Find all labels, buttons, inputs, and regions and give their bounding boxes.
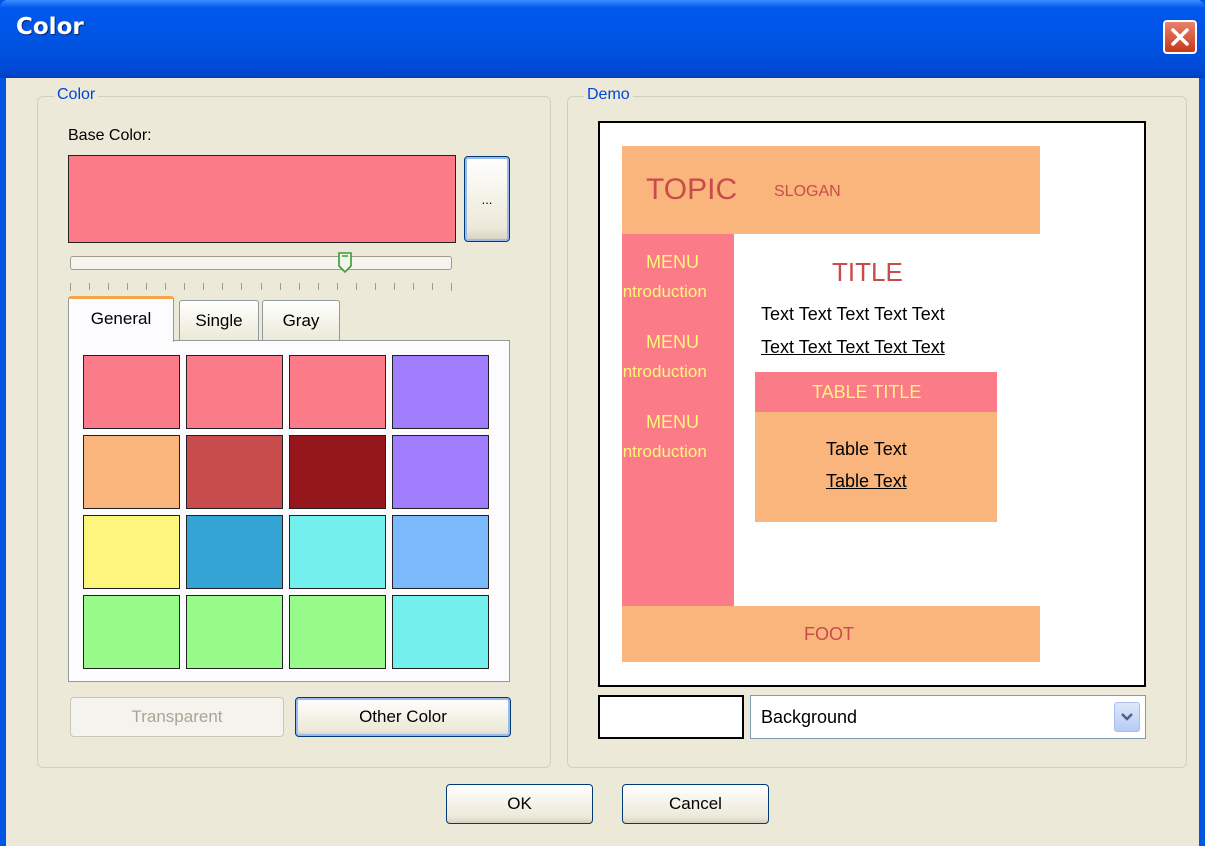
demo-menu-item: MENU [646,412,699,432]
palette-panel [68,340,510,682]
tab-gray[interactable]: Gray [262,300,340,340]
demo-slogan: SLOGAN [774,183,841,200]
palette-swatch[interactable] [83,435,180,509]
other-color-button-label: Other Color [359,707,447,726]
chevron-down-icon [1121,713,1133,721]
tab-single[interactable]: Single [179,300,259,340]
palette-swatch[interactable] [392,435,489,509]
transparent-button[interactable]: Transparent [70,697,284,737]
slider-tick [318,283,319,290]
slider-tick [432,283,433,290]
target-select-value: Background [761,707,858,727]
demo-text-link[interactable]: Text Text Text Text Text [761,337,945,358]
tab-general-label: General [90,309,152,328]
ok-button-label: OK [507,794,532,813]
demo-table-title-bar[interactable]: TABLE TITLE [755,372,997,412]
slider-tick [70,283,71,291]
other-color-button[interactable]: Other Color [295,697,511,737]
slider-tick [299,283,300,290]
palette-swatch[interactable] [289,595,386,669]
target-select[interactable]: Background [750,695,1146,739]
close-icon [1171,28,1189,46]
cancel-button[interactable]: Cancel [622,784,769,824]
slider-tick [89,283,90,290]
tab-gray-label: Gray [282,311,320,330]
slider-tick [184,283,185,290]
palette-swatch[interactable] [392,355,489,429]
close-button[interactable] [1163,20,1197,54]
palette-swatch[interactable] [186,355,283,429]
browse-button-label: ... [481,192,493,207]
brightness-slider[interactable] [70,256,452,270]
demo-menu-intro[interactable]: Introduction [622,362,707,382]
slider-tick [127,283,128,290]
demo-menu-intro[interactable]: Introduction [622,442,707,462]
slider-tick [203,283,204,290]
ok-button[interactable]: OK [446,784,593,824]
demo-table-text: Table Text [826,439,907,459]
slider-tick [108,283,109,290]
color-group-label: Color [54,86,99,104]
demo-foot: FOOT [804,624,854,644]
demo-menu-intro[interactable]: Introduction [622,282,707,302]
tab-general[interactable]: General [68,296,174,342]
base-color-label: Base Color: [68,127,152,144]
cancel-button-label: Cancel [669,794,722,813]
demo-preview[interactable]: TOPIC SLOGAN MENU Introduction MENU Introdu… [598,121,1146,687]
slider-ticks [70,283,452,291]
slider-tick [165,283,166,290]
slider-tick [451,283,452,291]
slider-tick [394,283,395,290]
browse-color-button[interactable]: ... [464,156,510,242]
demo-menu-item: MENU [646,252,699,272]
window-title: Color [16,14,84,40]
slider-tick [337,283,338,290]
palette-swatch[interactable] [392,515,489,589]
palette-swatch[interactable] [186,595,283,669]
demo-topic: TOPIC [646,173,738,206]
demo-title: TITLE [832,257,903,287]
demo-footer[interactable]: FOOT [622,606,1040,662]
demo-menu-item: MENU [646,332,699,352]
target-color-swatch[interactable] [598,695,744,739]
slider-tick [356,283,357,290]
slider-tick [222,283,223,290]
palette-swatch[interactable] [289,515,386,589]
title-bar[interactable]: Color [0,0,1205,78]
demo-table-title: TABLE TITLE [812,382,922,402]
transparent-button-label: Transparent [131,707,223,726]
demo-table-body[interactable]: Table Text Table Text [755,412,997,522]
slider-tick [280,283,281,290]
slider-tick [261,283,262,290]
palette-swatch[interactable] [83,355,180,429]
palette-swatch[interactable] [289,355,386,429]
demo-menu-column[interactable]: MENU Introduction MENU Introduction MENU Intr… [622,234,734,606]
palette-swatch[interactable] [83,515,180,589]
dropdown-arrow-button[interactable] [1114,702,1140,732]
slider-tick [375,283,376,290]
palette-swatch[interactable] [186,435,283,509]
palette-swatch[interactable] [289,435,386,509]
demo-header[interactable]: TOPIC SLOGAN [622,146,1040,234]
slider-thumb-icon[interactable] [337,252,353,274]
slider-tick [413,283,414,290]
demo-table-link[interactable]: Table Text [826,471,907,492]
palette-swatch[interactable] [83,595,180,669]
demo-group-label: Demo [584,86,633,104]
palette-swatch[interactable] [392,595,489,669]
color-dialog: Color Color Base Color: ... General Sing… [0,0,1205,846]
demo-text-line: Text Text Text Text Text [761,304,945,324]
slider-tick [241,283,242,290]
base-color-swatch[interactable] [68,155,456,243]
tab-single-label: Single [195,311,243,330]
slider-tick [146,283,147,290]
palette-swatch[interactable] [186,515,283,589]
